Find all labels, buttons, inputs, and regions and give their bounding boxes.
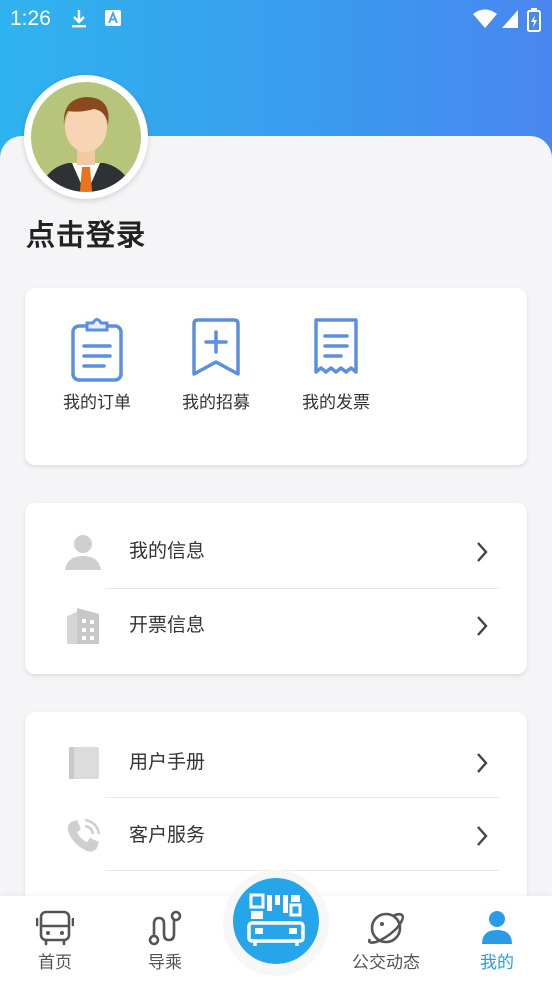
my-invoices-button[interactable]: 我的发票 xyxy=(291,316,381,413)
login-prompt[interactable]: 点击登录 xyxy=(26,212,146,254)
menu-item-my-info[interactable]: 我的信息 xyxy=(25,515,527,588)
qr-bus-icon xyxy=(247,893,305,946)
bookmark-plus-icon xyxy=(192,318,240,376)
chevron-right-icon xyxy=(477,753,488,773)
route-icon xyxy=(148,910,182,946)
tab-bus-status[interactable]: 公交动态 xyxy=(336,896,436,983)
user-icon xyxy=(482,911,512,944)
menu-item-customer-service[interactable]: 客户服务 xyxy=(25,799,527,872)
avatar[interactable] xyxy=(24,75,148,199)
receipt-icon xyxy=(314,318,358,374)
quick-action-label: 我的发票 xyxy=(302,393,370,413)
bus-icon xyxy=(36,910,74,946)
tab-mine[interactable]: 我的 xyxy=(447,896,547,983)
chevron-right-icon xyxy=(477,826,488,846)
clipboard-icon xyxy=(71,318,123,382)
quick-action-label: 我的招募 xyxy=(182,393,250,413)
avatar-image xyxy=(27,78,145,196)
app-store-icon xyxy=(105,10,121,26)
signal-icon xyxy=(502,10,518,28)
scan-ride-button[interactable] xyxy=(233,878,319,964)
my-recruitment-button[interactable]: 我的招募 xyxy=(171,316,261,413)
menu-item-user-manual[interactable]: 用户手册 xyxy=(25,726,527,799)
tab-home[interactable]: 首页 xyxy=(5,896,105,983)
tab-label: 公交动态 xyxy=(352,953,420,973)
quick-actions-card: 我的订单 我的招募 我的发票 xyxy=(25,288,527,465)
divider xyxy=(105,870,499,871)
book-icon xyxy=(69,747,99,779)
chevron-right-icon xyxy=(477,542,488,562)
quick-action-label: 我的订单 xyxy=(63,393,131,413)
info-menu-card: 我的信息 开票信息 xyxy=(25,503,527,674)
phone-icon xyxy=(67,818,101,852)
tab-label: 我的 xyxy=(480,953,514,973)
menu-item-invoice-info[interactable]: 开票信息 xyxy=(25,589,527,662)
menu-item-label: 用户手册 xyxy=(129,751,206,773)
tab-guide[interactable]: 导乘 xyxy=(115,896,215,983)
wifi-icon xyxy=(473,9,497,28)
status-bar: 1:26 xyxy=(0,0,552,40)
divider xyxy=(105,797,499,798)
menu-item-label: 客户服务 xyxy=(129,824,206,846)
chevron-right-icon xyxy=(477,616,488,636)
planet-icon xyxy=(367,912,405,944)
tab-label: 首页 xyxy=(38,953,72,973)
menu-item-label: 开票信息 xyxy=(129,614,206,636)
tab-label: 导乘 xyxy=(148,953,182,973)
battery-icon xyxy=(527,8,541,32)
user-icon xyxy=(65,535,101,570)
download-icon xyxy=(72,10,86,28)
my-orders-button[interactable]: 我的订单 xyxy=(52,316,142,413)
menu-item-label: 我的信息 xyxy=(129,540,206,562)
building-icon xyxy=(67,608,99,644)
status-time: 1:26 xyxy=(10,7,51,30)
